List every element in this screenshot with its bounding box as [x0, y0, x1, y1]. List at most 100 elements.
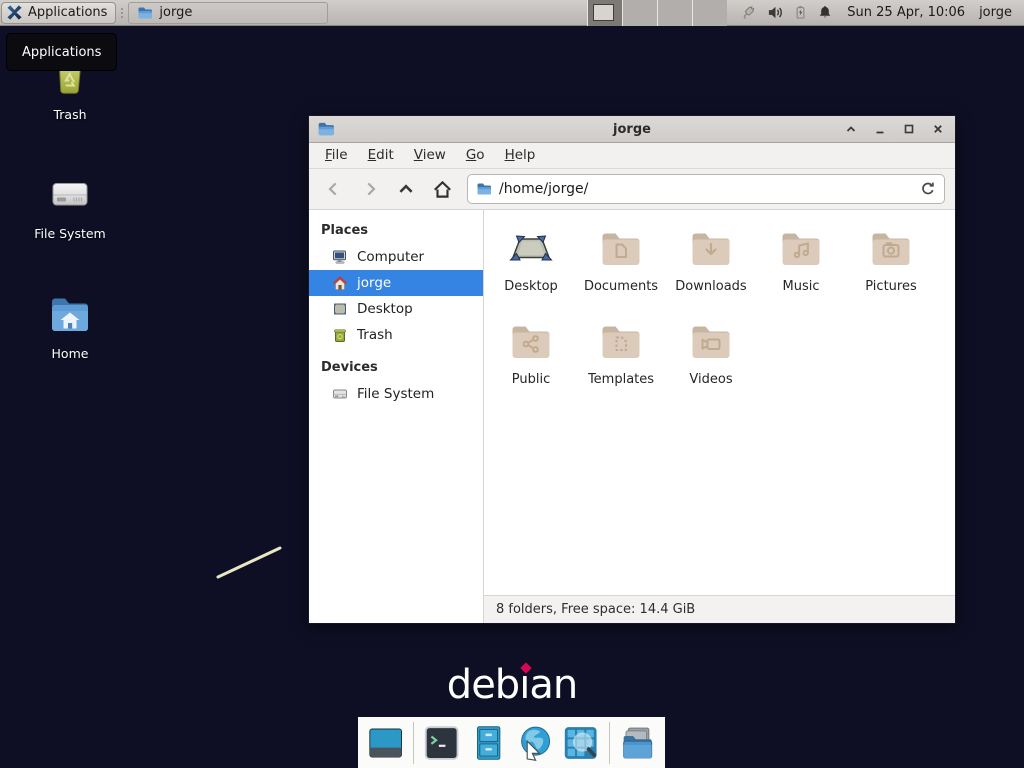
reload-icon[interactable]: [920, 181, 936, 197]
workspace-4[interactable]: [692, 0, 727, 26]
file-view[interactable]: Desktop Documents: [484, 210, 955, 595]
hard-drive-icon: [46, 171, 94, 219]
folder-templates-icon: [597, 318, 645, 366]
terminal-icon[interactable]: [423, 724, 460, 762]
shade-window-icon[interactable]: [844, 122, 858, 136]
brand-text: deb: [447, 662, 519, 708]
file-label: Downloads: [675, 279, 746, 294]
folder-icon: [137, 5, 153, 21]
desktop-icon-home[interactable]: Home: [22, 291, 118, 361]
workspace-1[interactable]: [587, 0, 622, 26]
menubar: File Edit View Go Help: [309, 143, 955, 169]
file-item-pictures[interactable]: Pictures: [846, 220, 936, 313]
file-item-music[interactable]: Music: [756, 220, 846, 313]
forward-button[interactable]: [353, 174, 387, 204]
sidebar-header-devices: Devices: [309, 354, 483, 381]
home-icon: [332, 275, 348, 291]
dock: [358, 717, 665, 768]
close-window-icon[interactable]: [931, 122, 945, 136]
workspace-window-preview: [593, 4, 614, 21]
workspace-2[interactable]: [622, 0, 657, 26]
battery-charging-icon[interactable]: [793, 4, 808, 21]
file-item-downloads[interactable]: Downloads: [666, 220, 756, 313]
debian-wallpaper-logo: debıan: [0, 662, 1024, 708]
sidebar-item-label: Computer: [357, 249, 424, 265]
dock-separator: [609, 722, 610, 764]
desktop-icon-label: Home: [52, 346, 89, 361]
sidebar-item-file-system[interactable]: File System: [309, 381, 483, 407]
system-tray: [739, 4, 833, 22]
window-folder-icon: [317, 120, 335, 138]
desktop-surface-icon: [507, 225, 555, 273]
folder-downloads-icon: [687, 225, 735, 273]
files-folder-icon[interactable]: [619, 724, 656, 762]
tooltip-text: Applications: [22, 45, 101, 60]
toolbar: /home/jorge/: [309, 169, 955, 210]
back-button[interactable]: [317, 174, 351, 204]
web-browser-icon[interactable]: [516, 724, 553, 762]
file-item-videos[interactable]: Videos: [666, 313, 756, 406]
address-bar[interactable]: /home/jorge/: [467, 174, 945, 204]
file-label: Documents: [584, 279, 658, 294]
folder-share-icon: [507, 318, 555, 366]
up-arrow-icon: [397, 180, 415, 198]
clock[interactable]: Sun 25 Apr, 10:06: [847, 5, 965, 20]
home-icon: [433, 180, 452, 199]
username-indicator[interactable]: jorge: [979, 5, 1012, 20]
workspace-switcher: [587, 0, 727, 26]
file-item-templates[interactable]: Templates: [576, 313, 666, 406]
sidebar-item-label: Trash: [357, 327, 393, 343]
address-path: /home/jorge/: [499, 181, 588, 197]
file-label: Public: [512, 372, 550, 387]
file-label: Pictures: [865, 279, 916, 294]
taskbar-window-button[interactable]: jorge: [128, 2, 328, 24]
desktop-icon-label: File System: [34, 226, 106, 241]
file-manager-window: jorge File Edit View Go Help: [308, 115, 956, 624]
sidebar-header-places: Places: [309, 217, 483, 244]
folder-icon: [476, 181, 492, 197]
file-cabinet-icon[interactable]: [470, 724, 507, 762]
applications-menu-label: Applications: [28, 5, 107, 20]
hard-drive-icon: [332, 386, 348, 402]
menu-go[interactable]: Go: [456, 143, 495, 168]
power-cable-icon[interactable]: [739, 4, 758, 22]
dock-separator: [413, 722, 414, 764]
up-button[interactable]: [389, 174, 423, 204]
panel-handle[interactable]: [118, 3, 126, 23]
minimize-window-icon[interactable]: [873, 122, 887, 136]
wallpaper-swirl-line: [212, 542, 288, 584]
workspace-3[interactable]: [657, 0, 692, 26]
volume-icon[interactable]: [767, 4, 784, 21]
sidebar-item-trash[interactable]: Trash: [309, 322, 483, 348]
menu-file[interactable]: File: [315, 143, 358, 168]
folder-documents-icon: [597, 225, 645, 273]
sidebar: Places Computer jorge: [309, 210, 484, 623]
applications-menu-button[interactable]: Applications: [1, 2, 116, 24]
desktop-icon: [332, 301, 348, 317]
sidebar-item-computer[interactable]: Computer: [309, 244, 483, 270]
statusbar: 8 folders, Free space: 14.4 GiB: [484, 595, 955, 623]
file-item-documents[interactable]: Documents: [576, 220, 666, 313]
titlebar[interactable]: jorge: [309, 116, 955, 143]
desktop-icon-label: Trash: [53, 107, 86, 122]
maximize-window-icon[interactable]: [902, 122, 916, 136]
sidebar-item-jorge[interactable]: jorge: [309, 270, 483, 296]
app-finder-icon[interactable]: [562, 724, 599, 762]
file-item-desktop[interactable]: Desktop: [486, 220, 576, 313]
menu-help[interactable]: Help: [495, 143, 546, 168]
sidebar-item-desktop[interactable]: Desktop: [309, 296, 483, 322]
folder-videos-icon: [687, 318, 735, 366]
sidebar-item-label: Desktop: [357, 301, 413, 317]
desktop-icon-file-system[interactable]: File System: [22, 171, 118, 241]
notifications-bell-icon[interactable]: [817, 4, 833, 21]
menu-edit[interactable]: Edit: [358, 143, 404, 168]
sidebar-item-label: jorge: [357, 275, 391, 291]
top-panel: Applications jorge: [0, 0, 1024, 26]
show-desktop-icon[interactable]: [367, 724, 404, 762]
back-arrow-icon: [325, 180, 343, 198]
home-button[interactable]: [425, 174, 459, 204]
folder-pictures-icon: [867, 225, 915, 273]
file-item-public[interactable]: Public: [486, 313, 576, 406]
file-label: Videos: [689, 372, 732, 387]
menu-view[interactable]: View: [404, 143, 456, 168]
